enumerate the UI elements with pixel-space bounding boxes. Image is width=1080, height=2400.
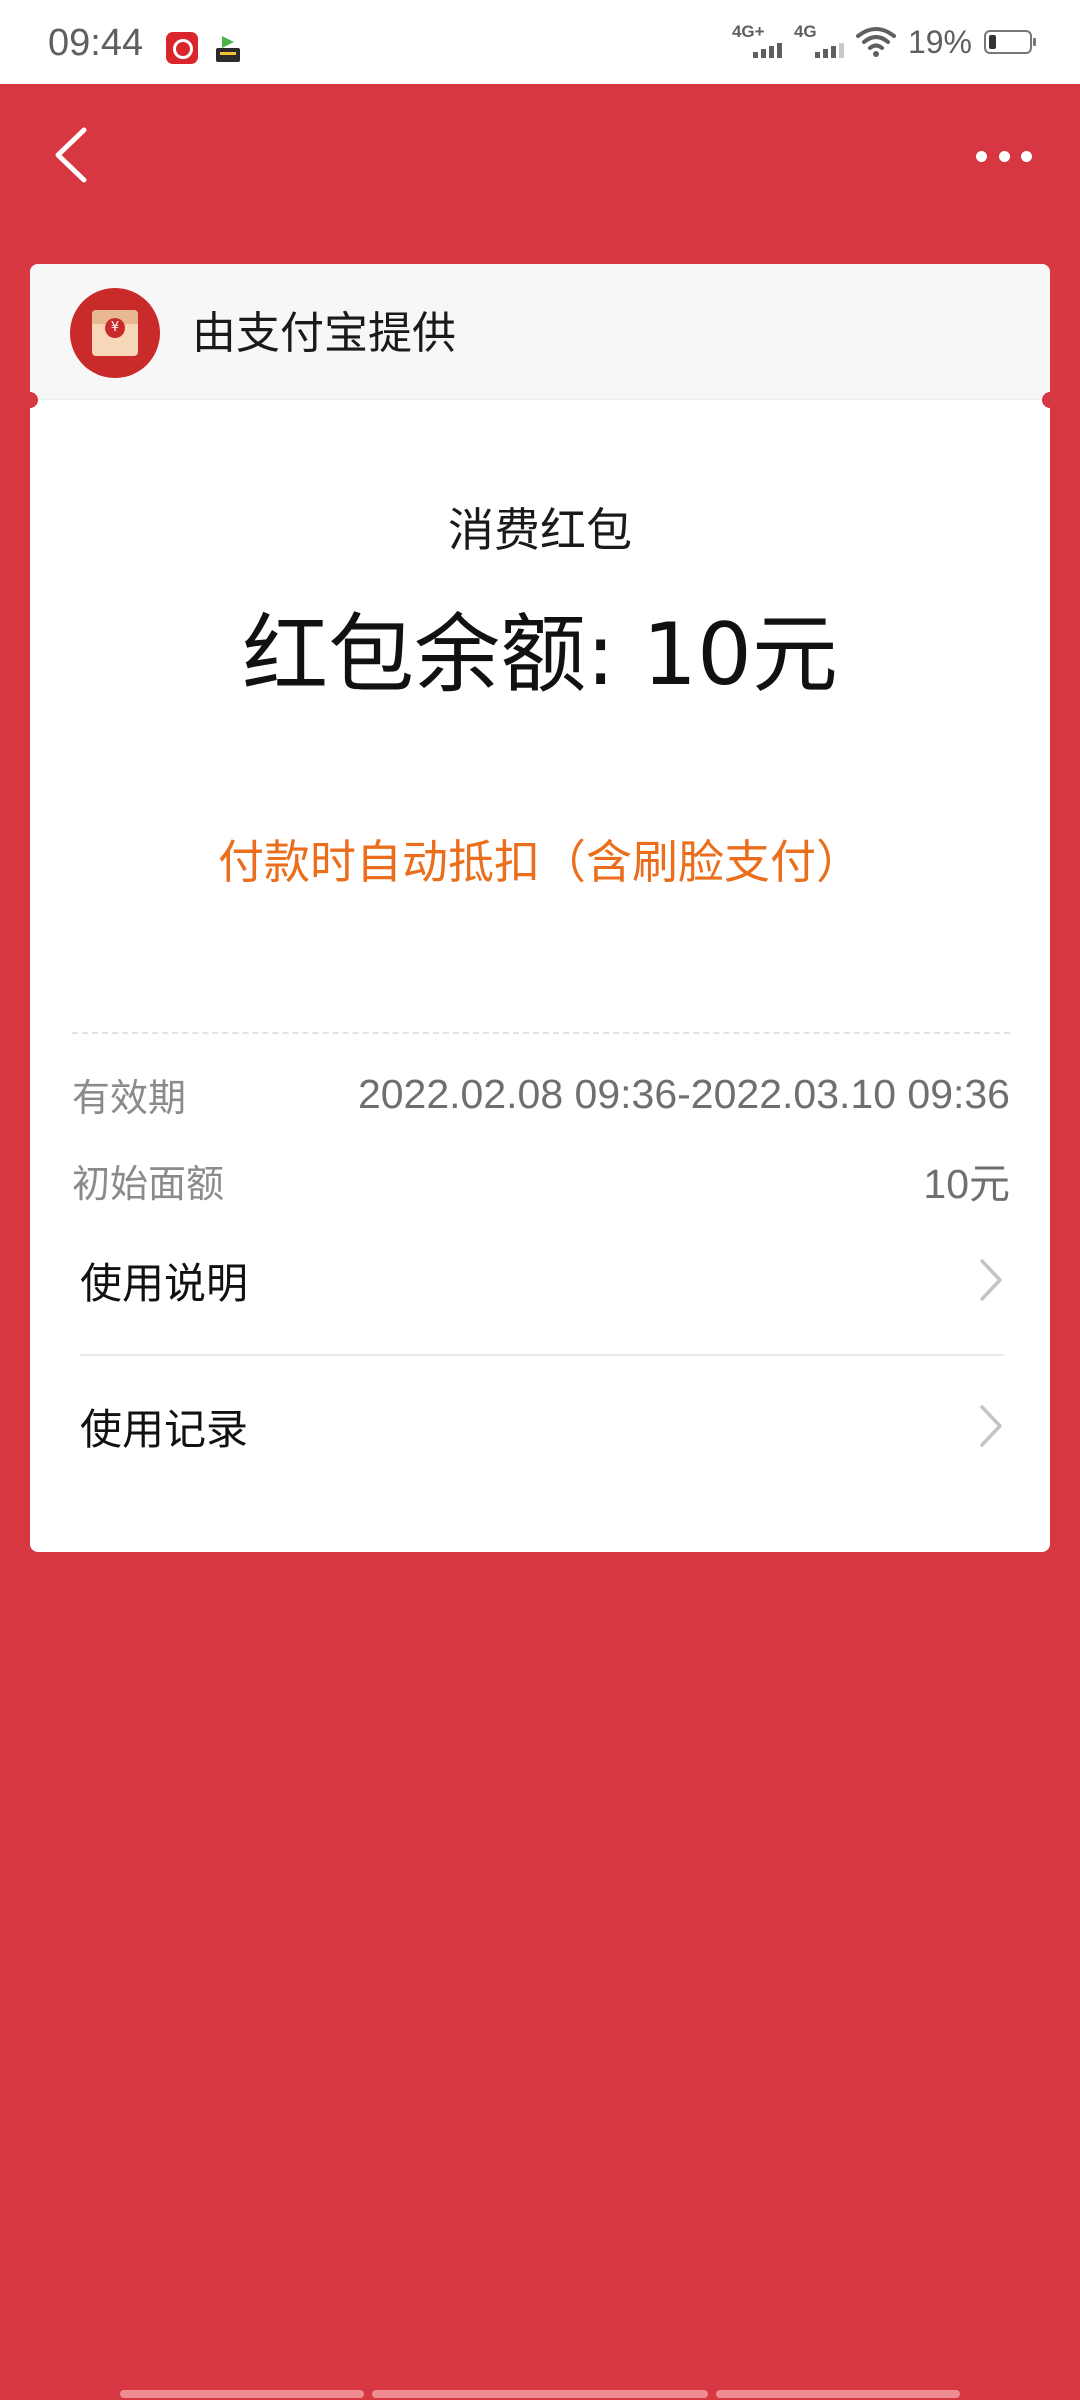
signal-bars-icon (814, 43, 844, 58)
usage-records-label: 使用记录 (80, 1404, 249, 1454)
dashed-divider (72, 1032, 1010, 1034)
video-app-icon (216, 36, 240, 62)
battery-level-fill (989, 35, 996, 49)
netease-music-icon (166, 32, 198, 64)
nav-gesture-bar-center[interactable] (372, 2390, 708, 2398)
network-type-label: 4G+ (731, 22, 765, 41)
signal-4g: 4G (794, 22, 844, 62)
initial-amount-row: 初始面额 10元 (72, 1152, 1010, 1208)
battery-icon (984, 30, 1036, 54)
nav-gesture-bar-left[interactable] (120, 2390, 364, 2398)
yen-icon: ¥ (105, 318, 125, 338)
chevron-right-icon (980, 1259, 1002, 1301)
row-divider (80, 1354, 1004, 1356)
usage-records-link[interactable]: 使用记录 (80, 1386, 1004, 1466)
packet-balance: 红包余额: 10元 (242, 605, 838, 705)
red-packet-card: ¥ 由支付宝提供 消费红包 红包余额: 10元 付款时自动抵扣（含刷脸支付） 有… (30, 264, 1050, 1552)
more-dot (976, 150, 987, 162)
validity-row: 有效期 2022.02.08 09:36-2022.03.10 09:36 (72, 1066, 1010, 1122)
validity-value: 2022.02.08 09:36-2022.03.10 09:36 (357, 1070, 1010, 1117)
signal-bars-icon (752, 43, 782, 58)
chevron-right-icon (980, 1405, 1002, 1447)
battery-percent: 19% (907, 23, 972, 60)
status-time: 09:44 (48, 22, 144, 64)
usage-instructions-link[interactable]: 使用说明 (80, 1240, 1004, 1320)
wifi-icon (855, 27, 896, 57)
network-type-label: 4G (793, 22, 817, 41)
packet-type-title: 消费红包 (448, 503, 632, 557)
chevron-left-icon[interactable] (50, 124, 94, 186)
red-envelope-icon: ¥ (70, 288, 160, 378)
initial-amount-label: 初始面额 (72, 1161, 225, 1206)
more-horizontal-icon[interactable] (976, 146, 1032, 166)
status-bar: 09:44 4G+ 4G 19% (0, 0, 1080, 84)
nav-gesture-bar-right[interactable] (716, 2390, 960, 2398)
initial-amount-value: 10元 (923, 1161, 1010, 1207)
card-header: ¥ 由支付宝提供 (30, 264, 1050, 400)
more-dot (1021, 150, 1032, 162)
status-indicators: 4G+ 4G 19% (732, 20, 1036, 64)
signal-4gplus: 4G+ (732, 22, 782, 62)
more-dot (998, 150, 1010, 162)
card-notch-right (1042, 392, 1050, 408)
provider-label: 由支付宝提供 (192, 308, 456, 359)
auto-deduct-note: 付款时自动抵扣（含刷脸支付） (218, 835, 862, 889)
usage-instructions-label: 使用说明 (80, 1258, 249, 1308)
validity-label: 有效期 (72, 1075, 187, 1120)
